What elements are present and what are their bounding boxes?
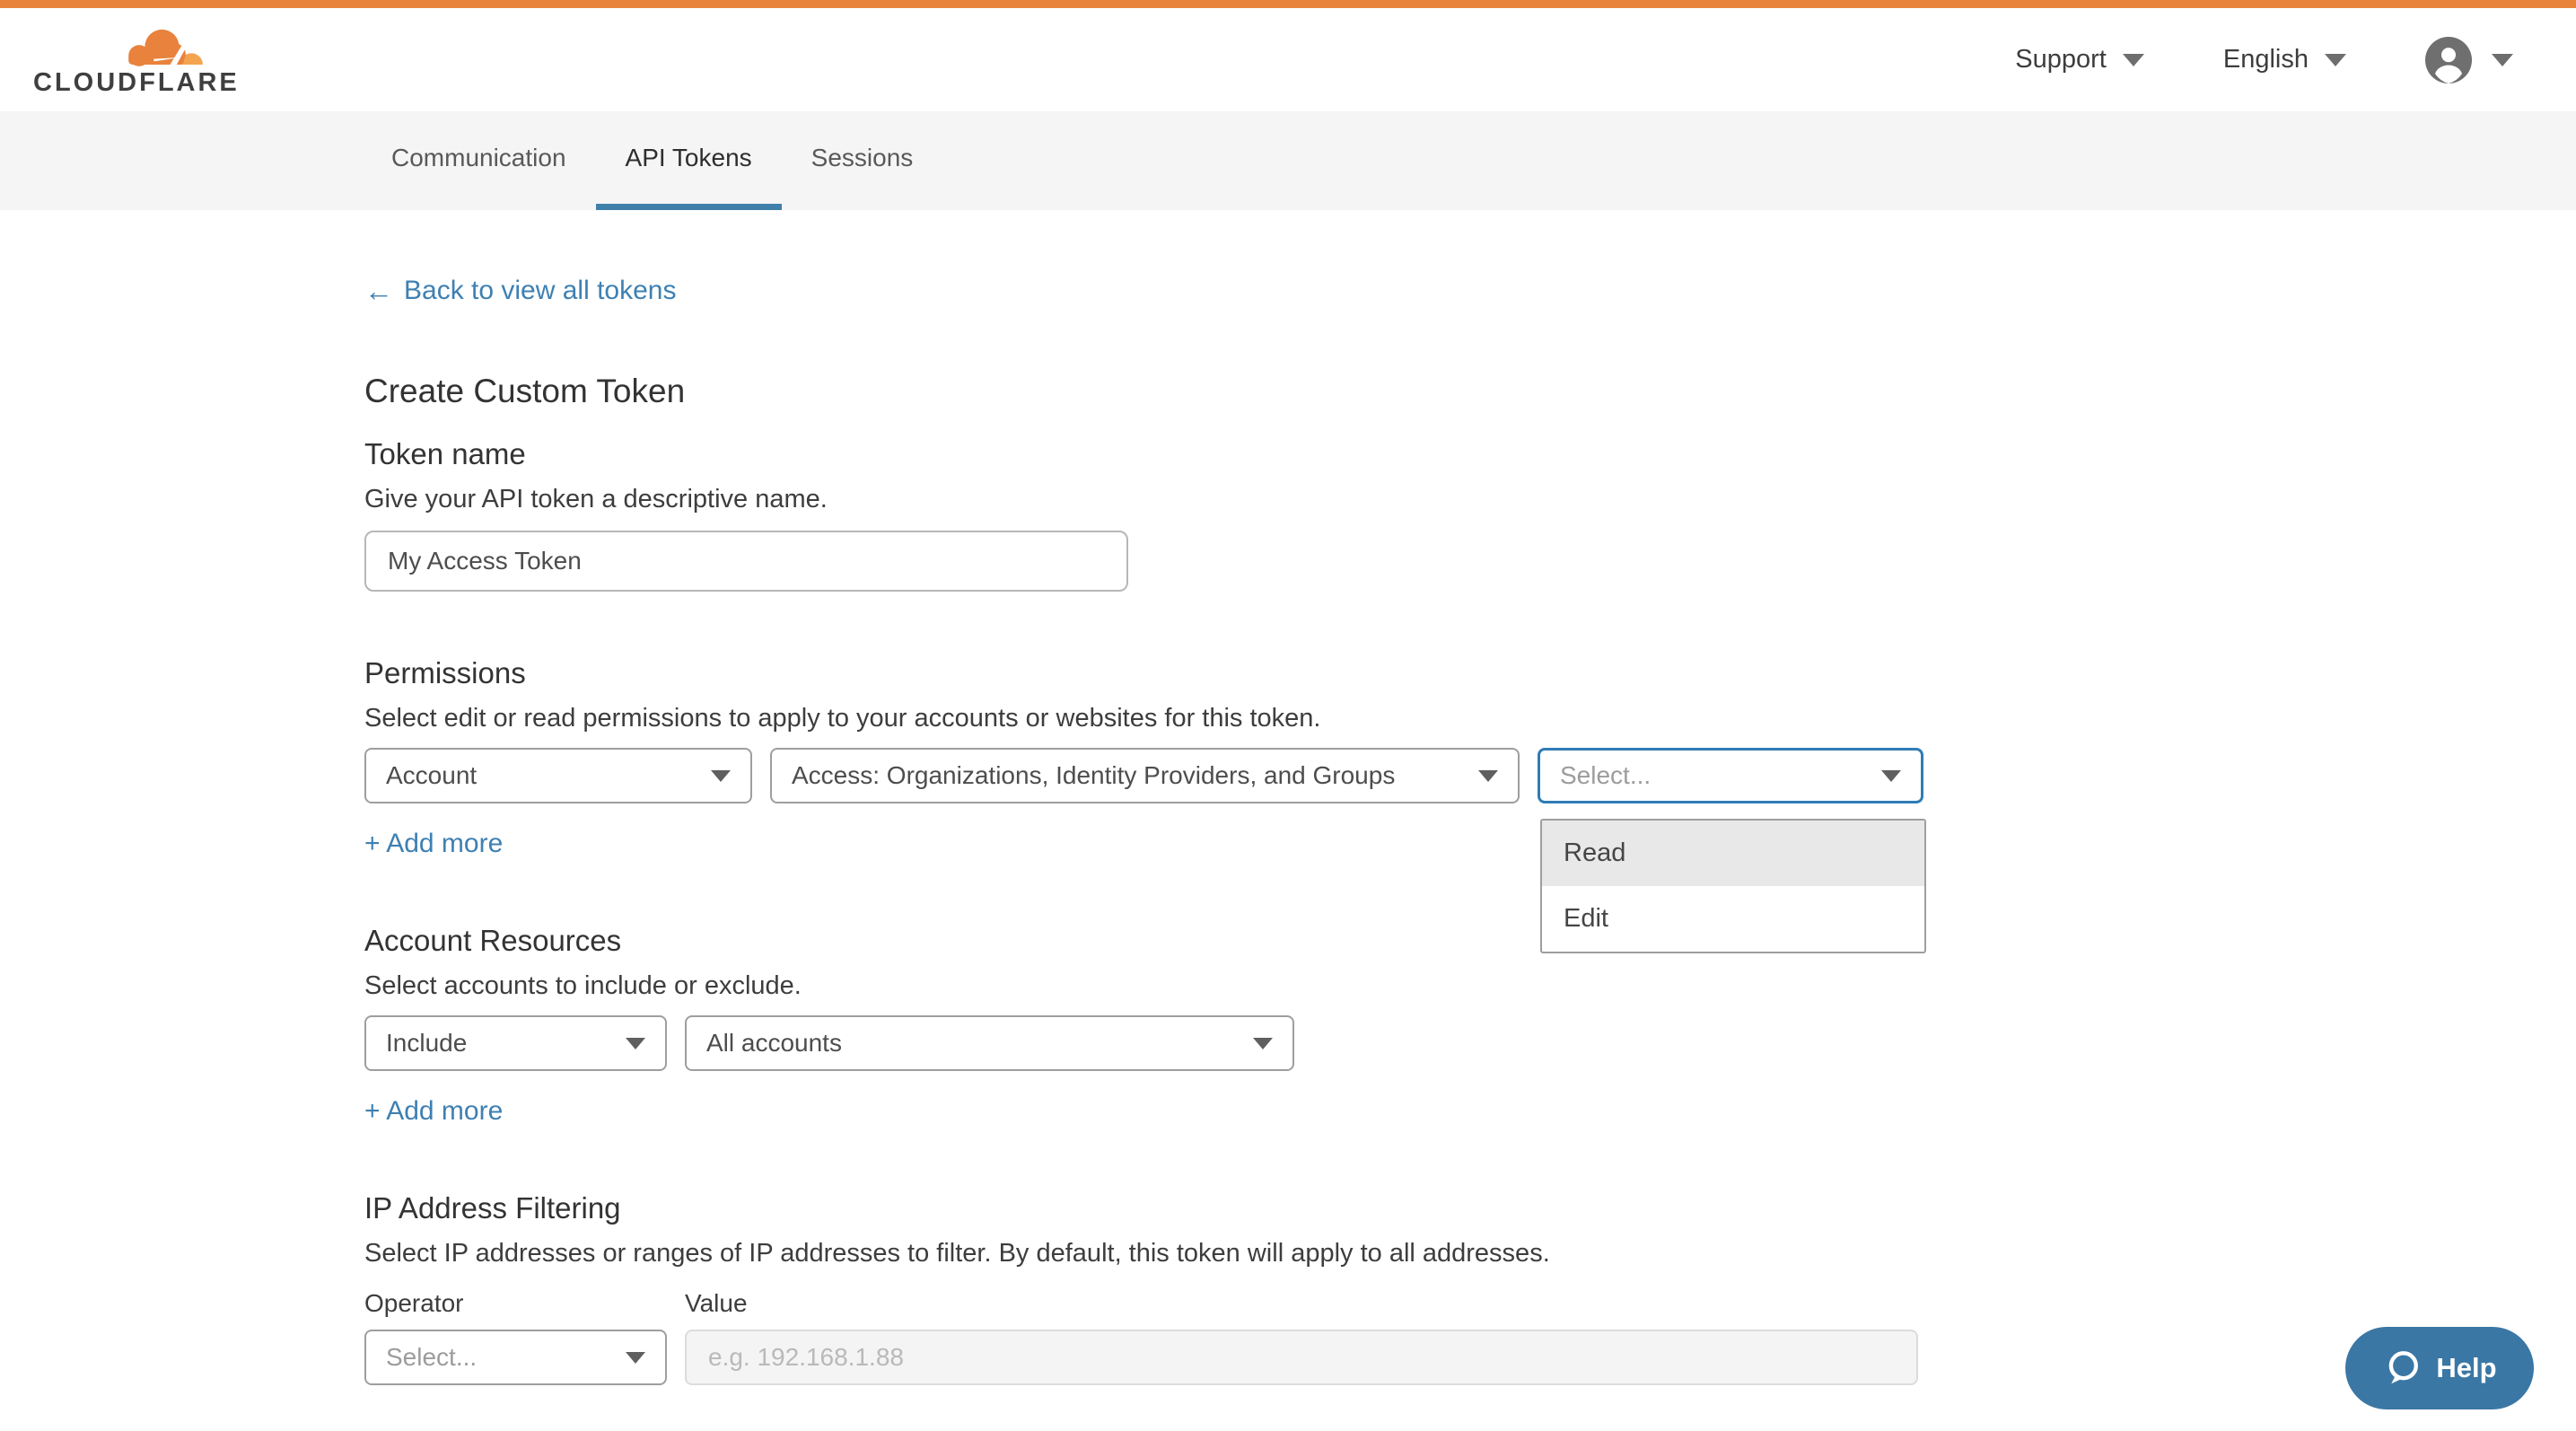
permissions-section: Permissions Select edit or read permissi… <box>364 656 2576 859</box>
resource-accounts-value: All accounts <box>706 1029 842 1058</box>
ip-filtering-description: Select IP addresses or ranges of IP addr… <box>364 1239 2576 1269</box>
chevron-down-icon <box>1478 770 1498 782</box>
menu-option-edit[interactable]: Edit <box>1542 886 1924 952</box>
permission-scope-value: Account <box>386 761 477 790</box>
ip-operator-select[interactable]: Select... <box>364 1330 667 1385</box>
ip-value-input[interactable] <box>685 1330 1918 1385</box>
token-name-section: Token name Give your API token a descrip… <box>364 437 2576 592</box>
support-menu[interactable]: Support <box>2015 45 2144 75</box>
main-content: ← Back to view all tokens Create Custom … <box>0 210 2576 1385</box>
language-menu[interactable]: English <box>2223 45 2346 75</box>
operator-label: Operator <box>364 1289 685 1318</box>
header: CLOUDFLARE Support English <box>0 8 2576 111</box>
ip-filtering-section: IP Address Filtering Select IP addresses… <box>364 1191 2576 1385</box>
tab-sessions[interactable]: Sessions <box>782 111 943 210</box>
profile-tabbar: Communication API Tokens Sessions <box>0 111 2576 210</box>
help-button-label: Help <box>2436 1352 2496 1384</box>
menu-option-read[interactable]: Read <box>1542 821 1924 886</box>
support-label: Support <box>2015 45 2107 75</box>
chevron-down-icon <box>1881 770 1901 782</box>
permission-resource-value: Access: Organizations, Identity Provider… <box>792 761 1395 790</box>
cloudflare-wordmark: CLOUDFLARE <box>33 68 240 98</box>
chevron-down-icon <box>2325 54 2346 66</box>
permission-level-placeholder: Select... <box>1560 761 1651 790</box>
language-label: English <box>2223 45 2309 75</box>
resource-accounts-select[interactable]: All accounts <box>685 1015 1294 1071</box>
token-name-heading: Token name <box>364 437 2576 471</box>
user-avatar-icon <box>2425 37 2472 83</box>
chat-bubble-icon <box>2382 1348 2422 1388</box>
chevron-down-icon <box>626 1038 645 1049</box>
resource-mode-value: Include <box>386 1029 467 1058</box>
help-button[interactable]: Help <box>2345 1327 2534 1409</box>
brand-color-bar <box>0 0 2576 8</box>
account-resources-section: Account Resources Select accounts to inc… <box>364 924 2576 1127</box>
cloudflare-logo[interactable]: CLOUDFLARE <box>33 15 213 105</box>
account-resources-add-more-link[interactable]: + Add more <box>364 1096 503 1127</box>
token-name-input[interactable] <box>364 531 1128 592</box>
tab-communication[interactable]: Communication <box>362 111 596 210</box>
arrow-left-icon: ← <box>364 277 393 305</box>
ip-operator-placeholder: Select... <box>386 1343 477 1372</box>
permission-level-select[interactable]: Select... Read Edit <box>1538 748 1923 803</box>
cloudflare-cloud-icon <box>121 21 211 73</box>
account-resources-description: Select accounts to include or exclude. <box>364 971 2576 1001</box>
permissions-description: Select edit or read permissions to apply… <box>364 704 2576 733</box>
chevron-down-icon <box>2123 54 2144 66</box>
chevron-down-icon <box>711 770 731 782</box>
permission-scope-select[interactable]: Account <box>364 748 752 803</box>
tab-api-tokens[interactable]: API Tokens <box>596 111 782 210</box>
account-menu[interactable] <box>2425 37 2513 83</box>
value-label: Value <box>685 1289 748 1318</box>
chevron-down-icon <box>2492 54 2513 66</box>
resource-mode-select[interactable]: Include <box>364 1015 667 1071</box>
token-name-description: Give your API token a descriptive name. <box>364 485 2576 514</box>
account-resources-heading: Account Resources <box>364 924 2576 958</box>
page-title: Create Custom Token <box>364 373 2576 410</box>
permissions-heading: Permissions <box>364 656 2576 690</box>
ip-filtering-heading: IP Address Filtering <box>364 1191 2576 1225</box>
back-to-tokens-link[interactable]: ← Back to view all tokens <box>364 276 676 306</box>
permission-level-menu: Read Edit <box>1540 819 1926 953</box>
back-link-label: Back to view all tokens <box>404 276 676 306</box>
permission-resource-select[interactable]: Access: Organizations, Identity Provider… <box>770 748 1520 803</box>
chevron-down-icon <box>626 1352 645 1364</box>
chevron-down-icon <box>1253 1038 1273 1049</box>
permissions-add-more-link[interactable]: + Add more <box>364 829 503 859</box>
